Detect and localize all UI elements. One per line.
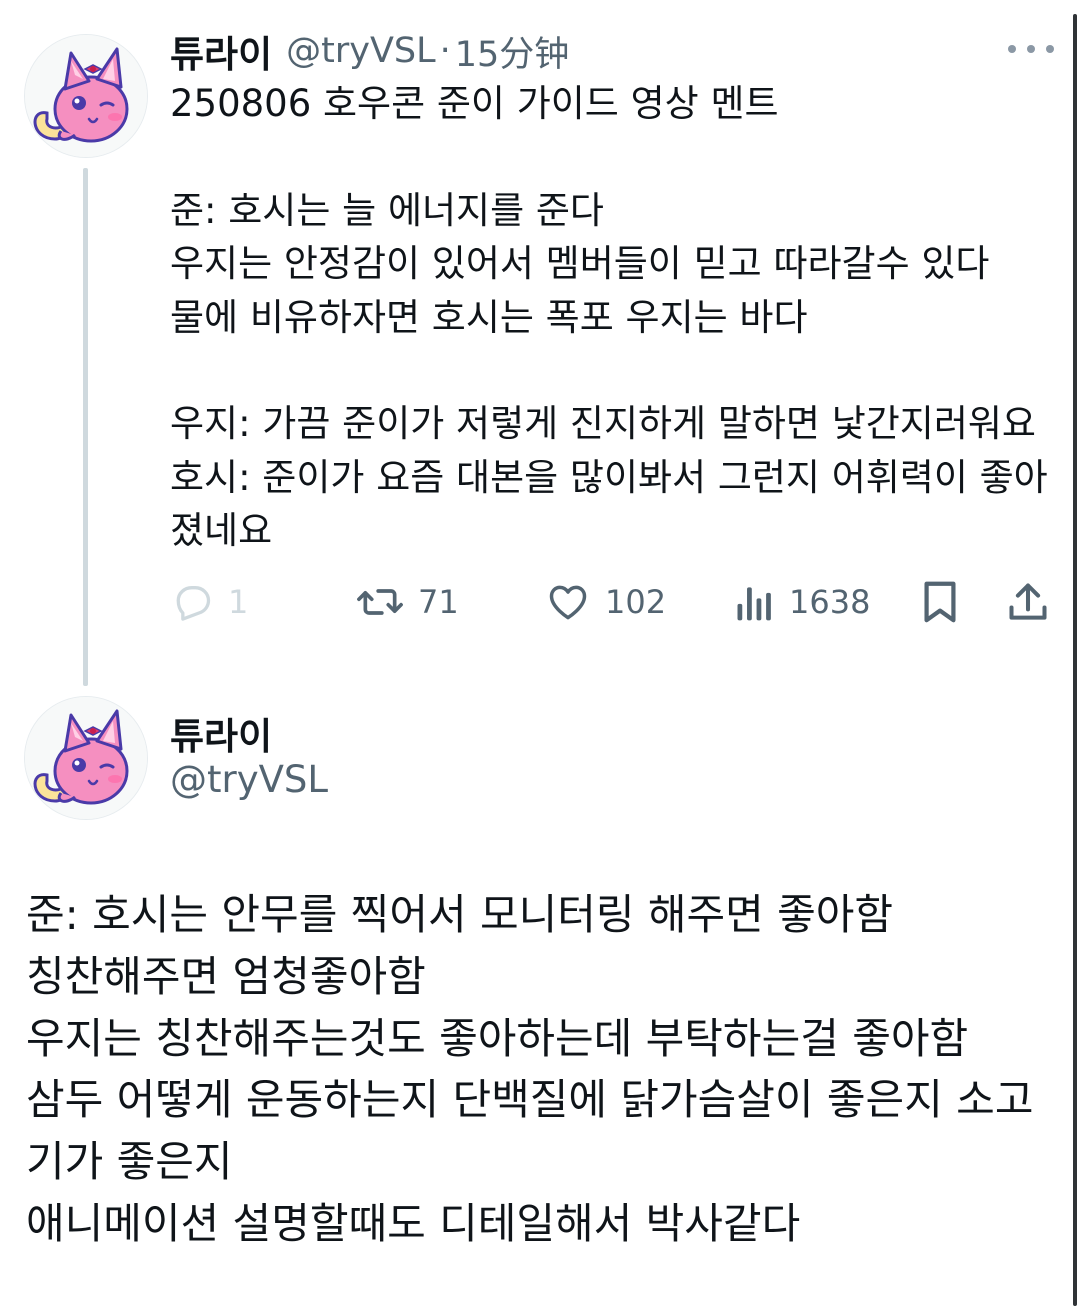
scrollbar-thumb[interactable]: [1073, 14, 1077, 1306]
author-handle[interactable]: @tryVSL: [286, 31, 436, 71]
tweet-actions-bar: 1 71 102 1638: [0, 576, 1080, 628]
like-count: 102: [605, 583, 667, 621]
post-time[interactable]: 15分钟: [455, 26, 570, 77]
tweet-text: 250806 호우콘 준이 가이드 영상 멘트 준: 호시는 늘 에너지를 준다…: [170, 82, 1048, 553]
tweet-header: 튜라이 @tryVSL · 15分钟: [170, 26, 570, 77]
header-separator: ·: [439, 31, 451, 71]
views-bar-chart-icon: [737, 587, 771, 621]
retweet-icon: [357, 589, 403, 615]
author-handle[interactable]: @tryVSL: [170, 758, 328, 801]
more-options-icon[interactable]: [1008, 34, 1054, 64]
retweet-count: 71: [418, 583, 459, 621]
heart-icon: [549, 585, 587, 620]
cat-mascot-avatar-icon: [25, 697, 147, 819]
reply-icon: [176, 586, 211, 621]
reply-button[interactable]: 1: [170, 576, 248, 628]
avatar[interactable]: [24, 696, 148, 820]
bookmark-button[interactable]: [920, 576, 960, 628]
reply-count: 1: [228, 583, 249, 621]
author-name[interactable]: 튜라이: [170, 706, 272, 760]
author-name[interactable]: 튜라이: [170, 24, 272, 78]
cat-mascot-avatar-icon: [25, 35, 147, 157]
scrollbar[interactable]: [1070, 0, 1080, 1306]
retweet-button[interactable]: 71: [356, 576, 459, 628]
views-button[interactable]: 1638: [733, 576, 870, 628]
avatar[interactable]: [24, 34, 148, 158]
bookmark-icon: [924, 581, 956, 623]
share-icon: [1009, 583, 1047, 620]
share-button[interactable]: [1006, 576, 1050, 628]
views-count: 1638: [789, 583, 871, 621]
tweet-text: 준: 호시는 안무를 찍어서 모니터링 해주면 좋아함 칭찬해주면 엄청좋아함 …: [26, 890, 1034, 1248]
like-button[interactable]: 102: [545, 576, 666, 628]
